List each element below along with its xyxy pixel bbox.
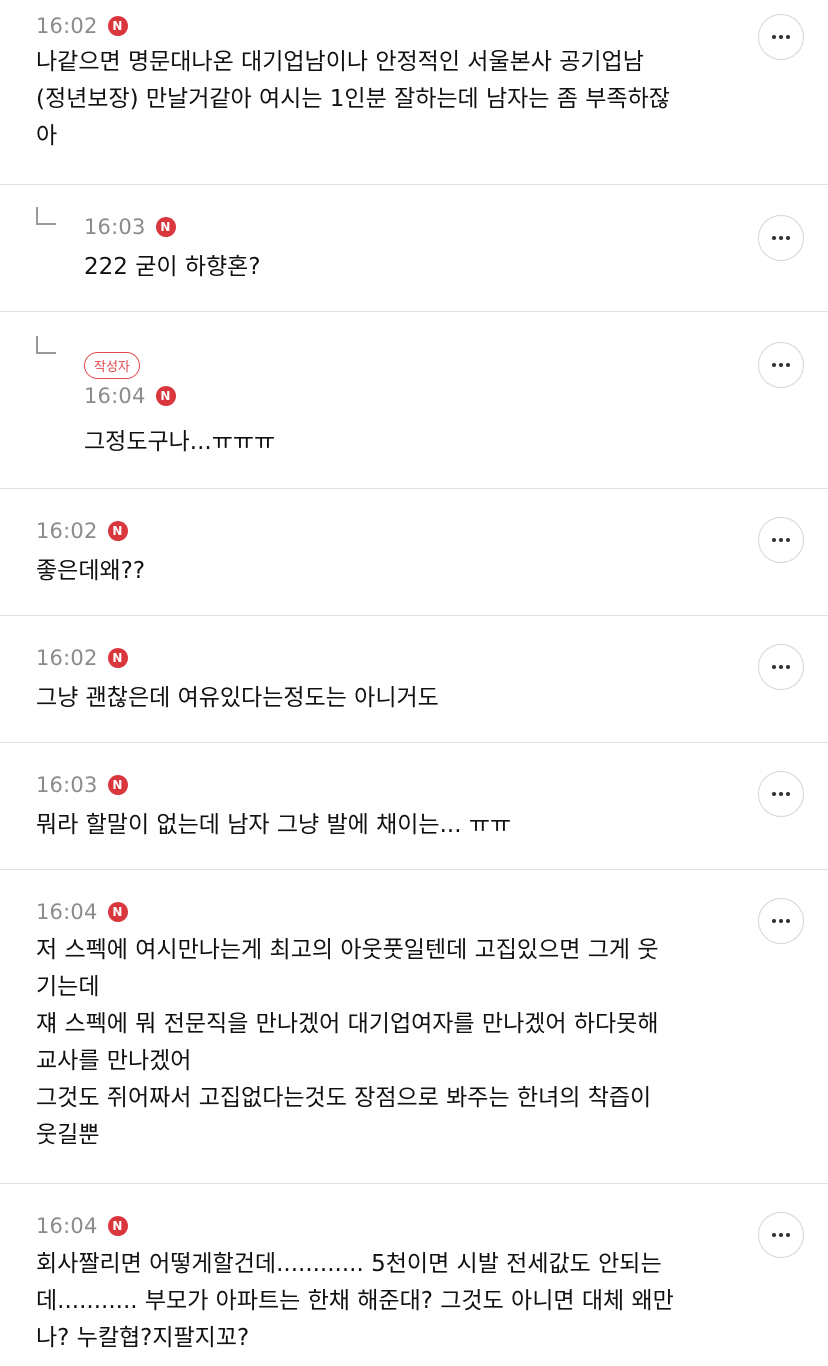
- comment-time: 16:04: [84, 384, 146, 408]
- reply-item: 16:03 N 222 굳이 하향혼?: [0, 185, 828, 312]
- comment-time: 16:04: [36, 1214, 98, 1238]
- comment-meta: 16:02 N: [36, 646, 128, 670]
- comment-time: 16:02: [36, 646, 98, 670]
- comment-text: 회사짤리면 어떻게할건데............ 5천이면 시발 전세값도 안되…: [36, 1251, 674, 1351]
- more-options-button[interactable]: [758, 342, 804, 388]
- comment-item: 16:02 N 그냥 괜찮은데 여유있다는정도는 아니거도: [0, 616, 828, 743]
- new-badge-icon: N: [155, 386, 176, 406]
- comment-text: 뭐라 할말이 없는데 남자 그냥 발에 채이는... ㅠㅠ: [36, 812, 512, 838]
- comment-item: 16:02 N 좋은데왜??: [0, 489, 828, 616]
- new-badge-icon: N: [155, 217, 176, 237]
- comment-time: 16:03: [36, 773, 98, 797]
- comment-text: 저 스펙에 여시만나는게 최고의 아웃풋일텐데 고집있으면 그게 웃 기는데 쟤…: [36, 937, 659, 1148]
- comment-text: 나같으면 명문대나온 대기업남이나 안정적인 서울본사 공기업남 (정년보장) …: [36, 49, 670, 149]
- reply-arrow-icon: [36, 207, 56, 225]
- new-badge-icon: N: [107, 521, 128, 541]
- more-options-button[interactable]: [758, 14, 804, 60]
- more-options-button[interactable]: [758, 1212, 804, 1258]
- comment-time: 16:04: [36, 900, 98, 924]
- new-badge-icon: N: [107, 648, 128, 668]
- comment-item: 16:03 N 뭐라 할말이 없는데 남자 그냥 발에 채이는... ㅠㅠ: [0, 743, 828, 870]
- comment-meta: 16:03 N: [36, 773, 128, 797]
- comment-text: 좋은데왜??: [36, 558, 146, 584]
- comment-time: 16:02: [36, 519, 98, 543]
- comment-meta: 16:04 N: [36, 900, 128, 924]
- comment-time: 16:02: [36, 14, 98, 38]
- reply-arrow-icon: [36, 336, 56, 354]
- reply-item: 작성자 16:04 N 그정도구나...ㅠㅠㅠ: [0, 312, 828, 489]
- comment-text: 그냥 괜찮은데 여유있다는정도는 아니거도: [36, 685, 439, 711]
- comment-meta: 16:03 N: [84, 215, 176, 239]
- comment-meta: 16:04 N: [84, 384, 176, 408]
- more-options-button[interactable]: [758, 771, 804, 817]
- comment-item: 16:04 N 회사짤리면 어떻게할건데............ 5천이면 시발…: [0, 1184, 828, 1366]
- comment-time: 16:03: [84, 215, 146, 239]
- comment-meta: 16:02 N: [36, 519, 128, 543]
- more-options-button[interactable]: [758, 898, 804, 944]
- new-badge-icon: N: [107, 1216, 128, 1236]
- new-badge-icon: N: [107, 16, 128, 36]
- author-badge: 작성자: [84, 352, 140, 379]
- comment-item: 16:02 N 나같으면 명문대나온 대기업남이나 안정적인 서울본사 공기업남…: [0, 0, 828, 185]
- comment-text: 그정도구나...ㅠㅠㅠ: [84, 429, 276, 455]
- more-options-button[interactable]: [758, 644, 804, 690]
- comment-text: 222 굳이 하향혼?: [84, 254, 261, 280]
- comment-meta: 16:02 N: [36, 14, 128, 38]
- more-options-button[interactable]: [758, 215, 804, 261]
- comment-item: 16:04 N 저 스펙에 여시만나는게 최고의 아웃풋일텐데 고집있으면 그게…: [0, 870, 828, 1184]
- new-badge-icon: N: [107, 775, 128, 795]
- new-badge-icon: N: [107, 902, 128, 922]
- more-options-button[interactable]: [758, 517, 804, 563]
- comment-meta: 16:04 N: [36, 1214, 128, 1238]
